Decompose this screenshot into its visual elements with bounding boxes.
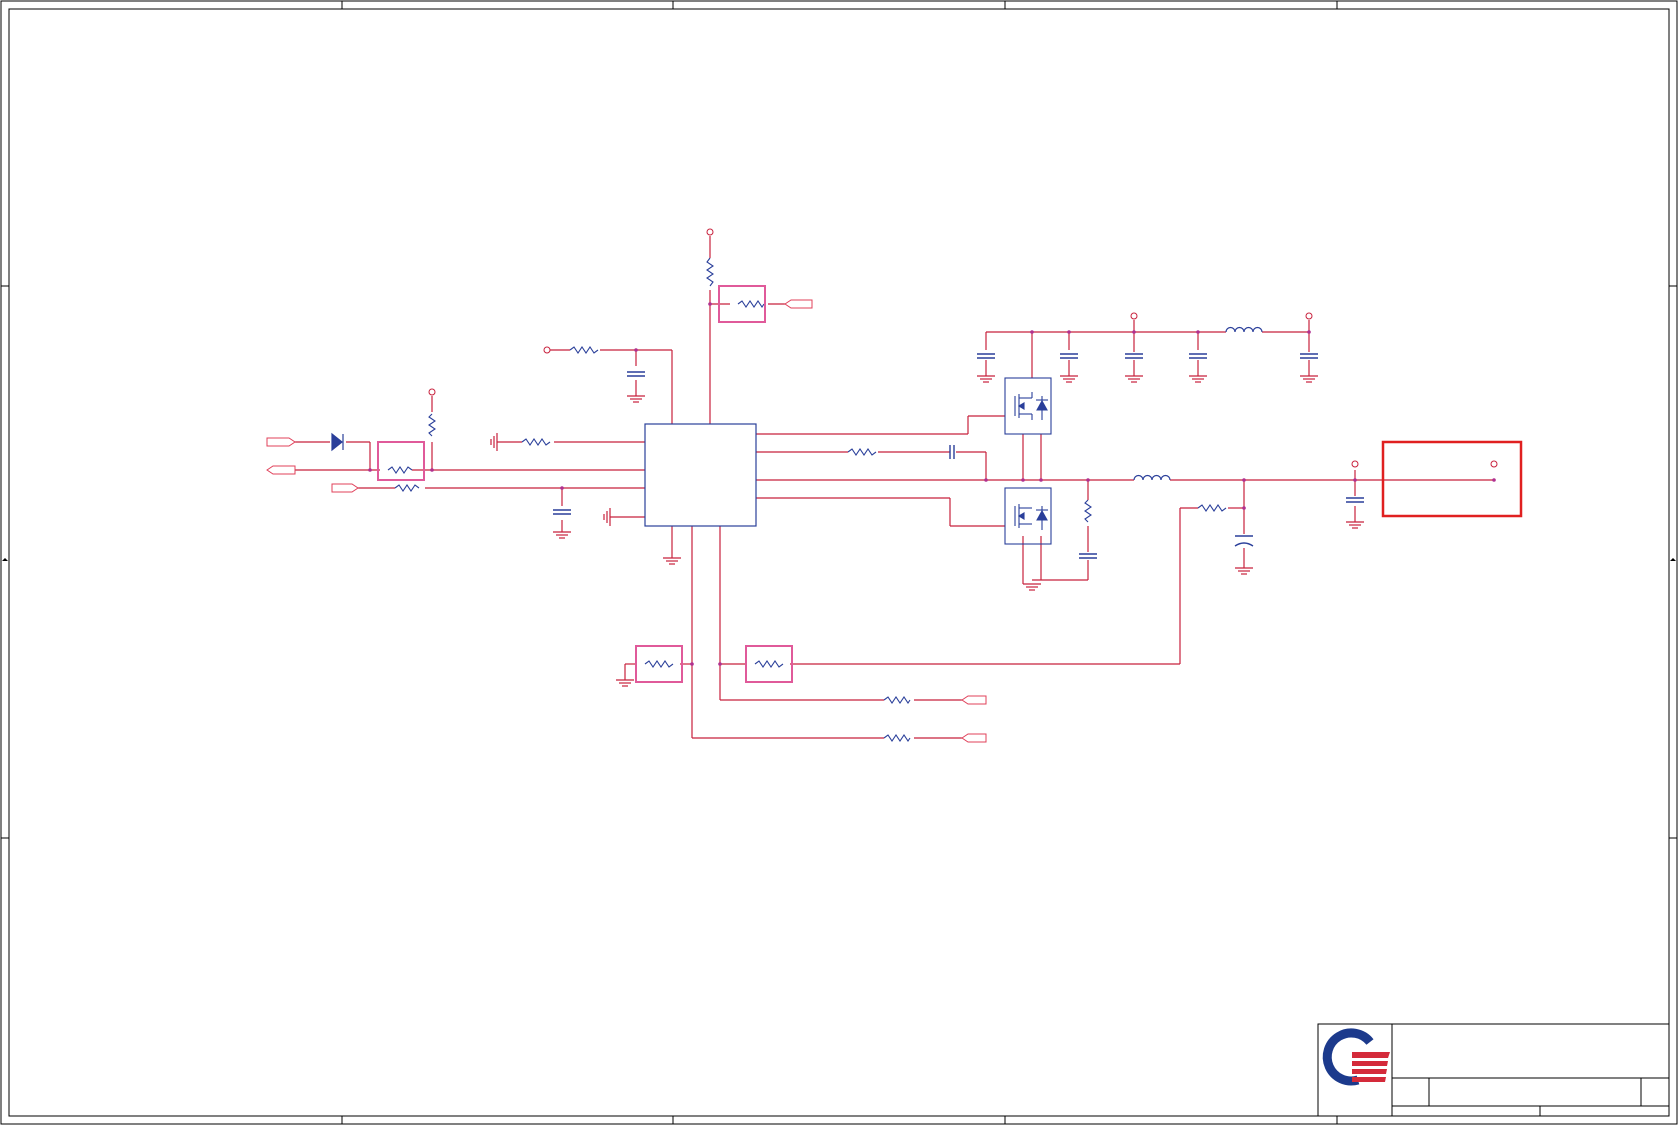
highlight-boxes[interactable] xyxy=(377,285,793,683)
cap-rail-1 xyxy=(977,353,995,359)
ground-icon xyxy=(1189,375,1207,383)
resistor-top-vertical xyxy=(706,257,714,287)
power-pin-out xyxy=(1351,460,1359,468)
schematic-sheet xyxy=(0,0,1678,1125)
ground-icon xyxy=(627,395,645,403)
net-port-top xyxy=(784,299,813,309)
resistor-left-gnd xyxy=(521,438,551,446)
junctions xyxy=(368,302,1496,666)
power-pin-highlight xyxy=(1490,460,1498,468)
net-port-in-1 xyxy=(266,437,296,447)
zone-center-arrows xyxy=(2,558,1676,561)
capacitors xyxy=(553,353,1364,559)
ground-icon xyxy=(1125,375,1143,383)
inductor-output xyxy=(1133,474,1171,481)
ground-icon xyxy=(490,433,498,451)
resistor-bottom-1 xyxy=(883,696,911,704)
ground-icon xyxy=(603,508,611,526)
cap-left-lower xyxy=(553,509,571,515)
controller-ic[interactable] xyxy=(644,423,757,527)
mosfet-low-side[interactable] xyxy=(1004,487,1052,545)
selection-box-output[interactable] xyxy=(1381,440,1523,518)
cap-rc xyxy=(627,371,645,377)
highlight-box-left xyxy=(377,441,425,481)
power-pin-diode xyxy=(428,388,436,396)
power-pin-top xyxy=(706,228,714,236)
cap-rail-5 xyxy=(1300,353,1318,359)
inductor-rail xyxy=(1225,326,1263,333)
net-port-out-1 xyxy=(266,465,296,475)
diode xyxy=(331,432,344,452)
ground-icon xyxy=(616,679,634,687)
ground-icon xyxy=(663,557,681,565)
net-ports[interactable] xyxy=(266,299,987,743)
cap-snubber xyxy=(1079,553,1097,559)
resistor-top-box xyxy=(737,300,765,308)
cap-rail-3 xyxy=(1125,353,1143,359)
ground-icon xyxy=(553,531,571,539)
ground-icon xyxy=(977,375,995,383)
ground-icon xyxy=(1235,567,1253,575)
net-port-in-2 xyxy=(331,483,359,493)
ground-icon xyxy=(1023,583,1041,591)
cap-output-polarized xyxy=(1234,535,1254,547)
sheet-border xyxy=(0,0,1678,1125)
resistor-gate xyxy=(847,448,877,456)
net-port-bottom-1 xyxy=(961,695,987,705)
ground-icon xyxy=(1060,375,1078,383)
power-pin-rail-1 xyxy=(1130,312,1138,320)
resistors xyxy=(387,257,1227,742)
ground-symbols xyxy=(490,375,1364,687)
cap-rail-2 xyxy=(1060,353,1078,359)
resistor-bottom-right-box xyxy=(754,660,784,668)
resistor-left-lower xyxy=(394,484,420,492)
mosfet-high-side[interactable] xyxy=(1004,377,1052,435)
ground-icon xyxy=(1346,521,1364,529)
ground-icon xyxy=(1300,375,1318,383)
resistor-bottom-2 xyxy=(883,734,911,742)
power-pin-rail-2 xyxy=(1305,312,1313,320)
resistor-bottom-left-box xyxy=(644,660,674,668)
cap-rail-4 xyxy=(1189,353,1207,359)
wires xyxy=(295,236,1494,739)
resistor-snubber xyxy=(1084,499,1092,523)
resistor-rc-left xyxy=(569,346,599,354)
resistor-left-box xyxy=(387,466,413,474)
power-pin-rc xyxy=(543,346,551,354)
cap-output-2 xyxy=(1346,497,1364,503)
resistor-diode-pullup xyxy=(428,413,436,437)
net-port-bottom-2 xyxy=(961,733,987,743)
inductors xyxy=(1133,326,1263,481)
cap-gate xyxy=(949,445,955,459)
company-logo xyxy=(1322,1028,1390,1086)
resistor-feedback xyxy=(1197,504,1227,512)
